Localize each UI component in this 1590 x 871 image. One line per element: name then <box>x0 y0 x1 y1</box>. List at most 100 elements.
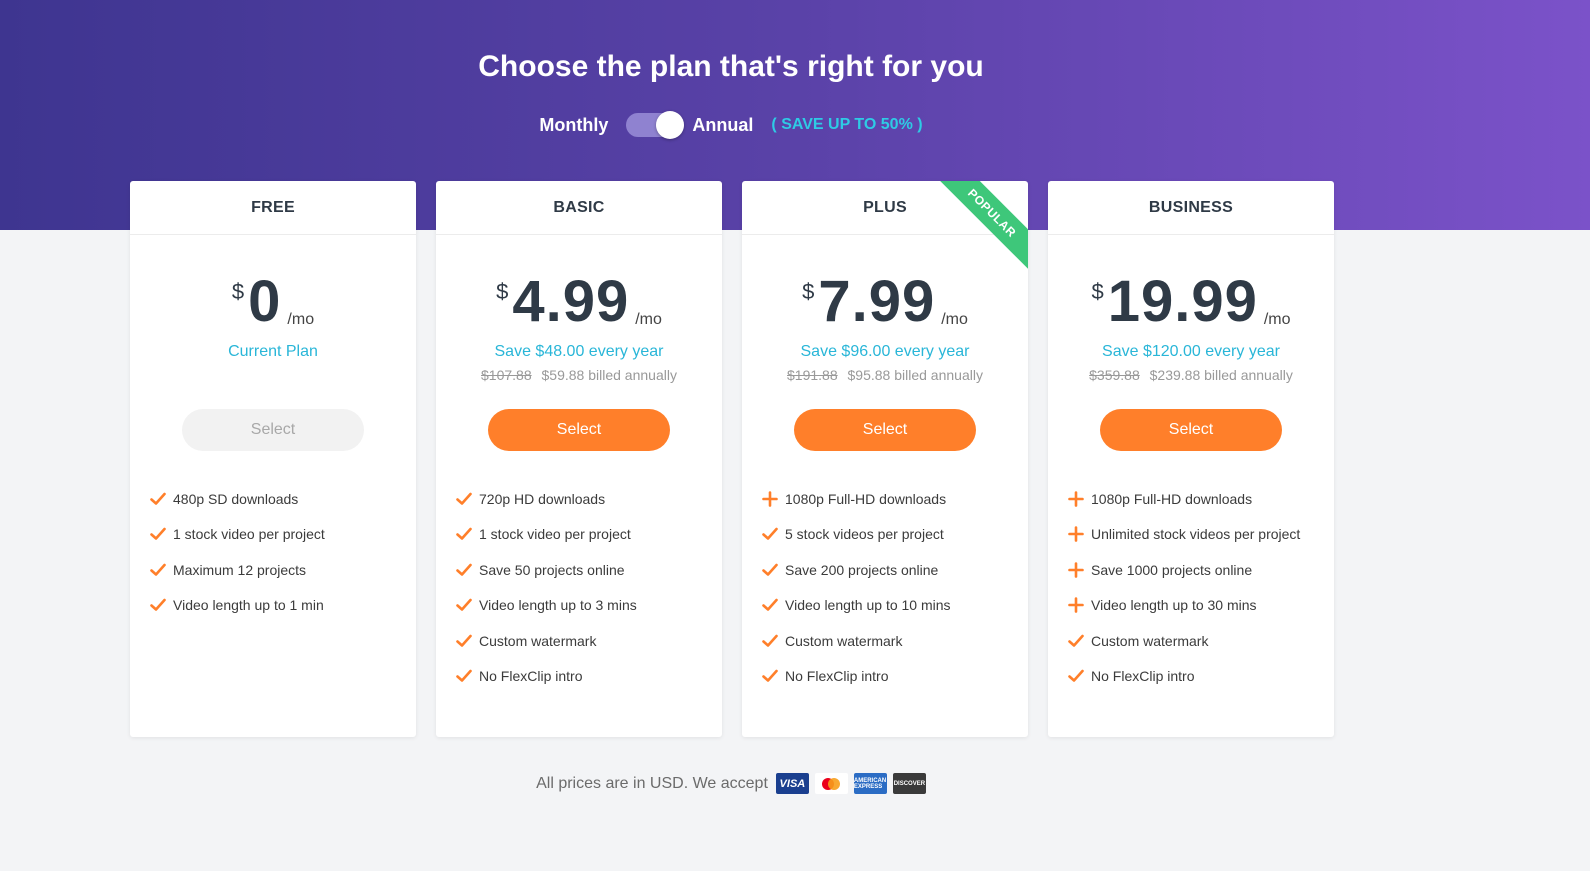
save-note: ( SAVE UP TO 50% ) <box>771 116 923 133</box>
feature-text: Video length up to 10 mins <box>785 597 951 614</box>
billing-details: $191.88 $95.88 billed annually <box>742 367 1028 385</box>
feature-item: Maximum 12 projects <box>148 552 416 588</box>
check-icon <box>454 524 474 544</box>
feature-text: Save 50 projects online <box>479 561 625 578</box>
billing-period-toggle[interactable] <box>626 111 685 139</box>
feature-item: Video length up to 30 mins <box>1066 588 1334 624</box>
feature-item: Save 50 projects online <box>454 552 722 588</box>
feature-item: No FlexClip intro <box>760 659 1028 695</box>
original-price: $191.88 <box>787 367 838 383</box>
billed-annually: $239.88 billed annually <box>1149 367 1293 383</box>
price-period: /mo <box>941 311 968 328</box>
feature-text: Custom watermark <box>1091 632 1209 649</box>
yearly-savings: Save $96.00 every year <box>800 343 970 360</box>
check-icon <box>454 489 474 509</box>
billing-details: $107.88 $59.88 billed annually <box>436 367 722 385</box>
feature-text: 1 stock video per project <box>479 526 631 543</box>
check-icon <box>454 666 474 686</box>
price-amount: 19.99 <box>1107 269 1258 334</box>
toggle-knob <box>656 111 685 139</box>
feature-text: No FlexClip intro <box>785 668 889 685</box>
select-button-plus[interactable]: Select <box>794 409 976 451</box>
feature-text: Save 200 projects online <box>785 561 939 578</box>
feature-list: 1080p Full-HD downloads 5 stock videos pe… <box>742 481 1028 694</box>
feature-text: 480p SD downloads <box>173 490 299 507</box>
feature-item: 1 stock video per project <box>454 517 722 553</box>
feature-text: 1080p Full-HD downloads <box>785 490 947 507</box>
select-button-free[interactable]: Select <box>182 409 364 451</box>
yearly-savings: Save $48.00 every year <box>494 343 664 360</box>
feature-item: Video length up to 1 min <box>148 588 416 624</box>
price-period: /mo <box>287 311 315 328</box>
billed-annually: $59.88 billed annually <box>541 367 677 383</box>
feature-item: No FlexClip intro <box>1066 659 1334 695</box>
feature-item: Unlimited stock videos per project <box>1066 517 1334 553</box>
plan-card-plus: POPULAR PLUS $ 7.99 /mo Save $96.00 ever… <box>742 181 1028 737</box>
plan-price: $ 0 /mo <box>130 273 416 331</box>
feature-item: Custom watermark <box>1066 623 1334 659</box>
feature-text: No FlexClip intro <box>479 668 583 685</box>
price-amount: 0 <box>248 269 282 334</box>
feature-text: Unlimited stock videos per project <box>1091 526 1301 543</box>
feature-item: 1 stock video per project <box>148 517 416 553</box>
currency-symbol: $ <box>802 279 815 304</box>
feature-item: Save 200 projects online <box>760 552 1028 588</box>
feature-item: Custom watermark <box>760 623 1028 659</box>
check-icon <box>148 489 168 509</box>
plan-card-free: FREE $ 0 /mo Current Plan Select 480p SD… <box>130 181 416 737</box>
monthly-label[interactable]: Monthly <box>539 115 608 136</box>
feature-text: 5 stock videos per project <box>785 526 944 543</box>
check-icon <box>1066 631 1086 651</box>
feature-text: Video length up to 30 mins <box>1091 597 1257 614</box>
price-period: /mo <box>635 311 662 328</box>
currency-symbol: $ <box>231 279 245 304</box>
feature-item: Video length up to 10 mins <box>760 588 1028 624</box>
original-price: $359.88 <box>1089 367 1140 383</box>
select-button-basic[interactable]: Select <box>488 409 670 451</box>
check-icon <box>148 595 168 615</box>
plan-price: $ 19.99 /mo <box>1048 273 1334 331</box>
check-icon <box>454 560 474 580</box>
check-icon <box>454 595 474 615</box>
feature-item: Save 1000 projects online <box>1066 552 1334 588</box>
mastercard-icon <box>814 773 848 794</box>
feature-item: 1080p Full-HD downloads <box>1066 481 1334 517</box>
feature-text: Video length up to 1 min <box>173 597 324 614</box>
annual-label[interactable]: Annual <box>692 115 753 136</box>
feature-item: Custom watermark <box>454 623 722 659</box>
currency-symbol: $ <box>1091 279 1104 304</box>
price-period: /mo <box>1263 311 1291 328</box>
feature-text: 1 stock video per project <box>173 526 325 543</box>
plan-name: BASIC <box>436 181 722 235</box>
billed-annually: $95.88 billed annually <box>847 367 983 383</box>
payment-footer: All prices are in USD. We accept VISA AM… <box>0 773 1462 794</box>
check-icon <box>760 524 780 544</box>
feature-text: Video length up to 3 mins <box>479 597 637 614</box>
feature-text: 1080p Full-HD downloads <box>1091 490 1253 507</box>
plan-card-basic: BASIC $ 4.99 /mo Save $48.00 every year … <box>436 181 722 737</box>
feature-text: Custom watermark <box>785 632 903 649</box>
plus-icon <box>760 489 780 509</box>
feature-item: Video length up to 3 mins <box>454 588 722 624</box>
plan-name: BUSINESS <box>1048 181 1334 235</box>
visa-icon: VISA <box>775 773 809 794</box>
feature-item: No FlexClip intro <box>454 659 722 695</box>
plus-icon <box>1066 560 1086 580</box>
feature-text: No FlexClip intro <box>1091 668 1195 685</box>
check-icon <box>760 666 780 686</box>
feature-item: 5 stock videos per project <box>760 517 1028 553</box>
original-price: $107.88 <box>481 367 532 383</box>
check-icon <box>148 560 168 580</box>
feature-text: 720p HD downloads <box>479 490 606 507</box>
amex-icon: AMERICAN EXPRESS <box>853 773 887 794</box>
discover-icon: DISCOVER <box>892 773 926 794</box>
select-button-business[interactable]: Select <box>1100 409 1282 451</box>
check-icon <box>454 631 474 651</box>
billing-toggle-row: Monthly Annual ( SAVE UP TO 50% ) <box>0 111 1462 139</box>
plan-cards: FREE $ 0 /mo Current Plan Select 480p SD… <box>130 181 1334 737</box>
footer-text: All prices are in USD. We accept <box>536 774 768 792</box>
price-amount: 7.99 <box>818 269 936 334</box>
plus-icon <box>1066 489 1086 509</box>
plan-price: $ 7.99 /mo <box>742 273 1028 331</box>
plan-name: FREE <box>130 181 416 235</box>
